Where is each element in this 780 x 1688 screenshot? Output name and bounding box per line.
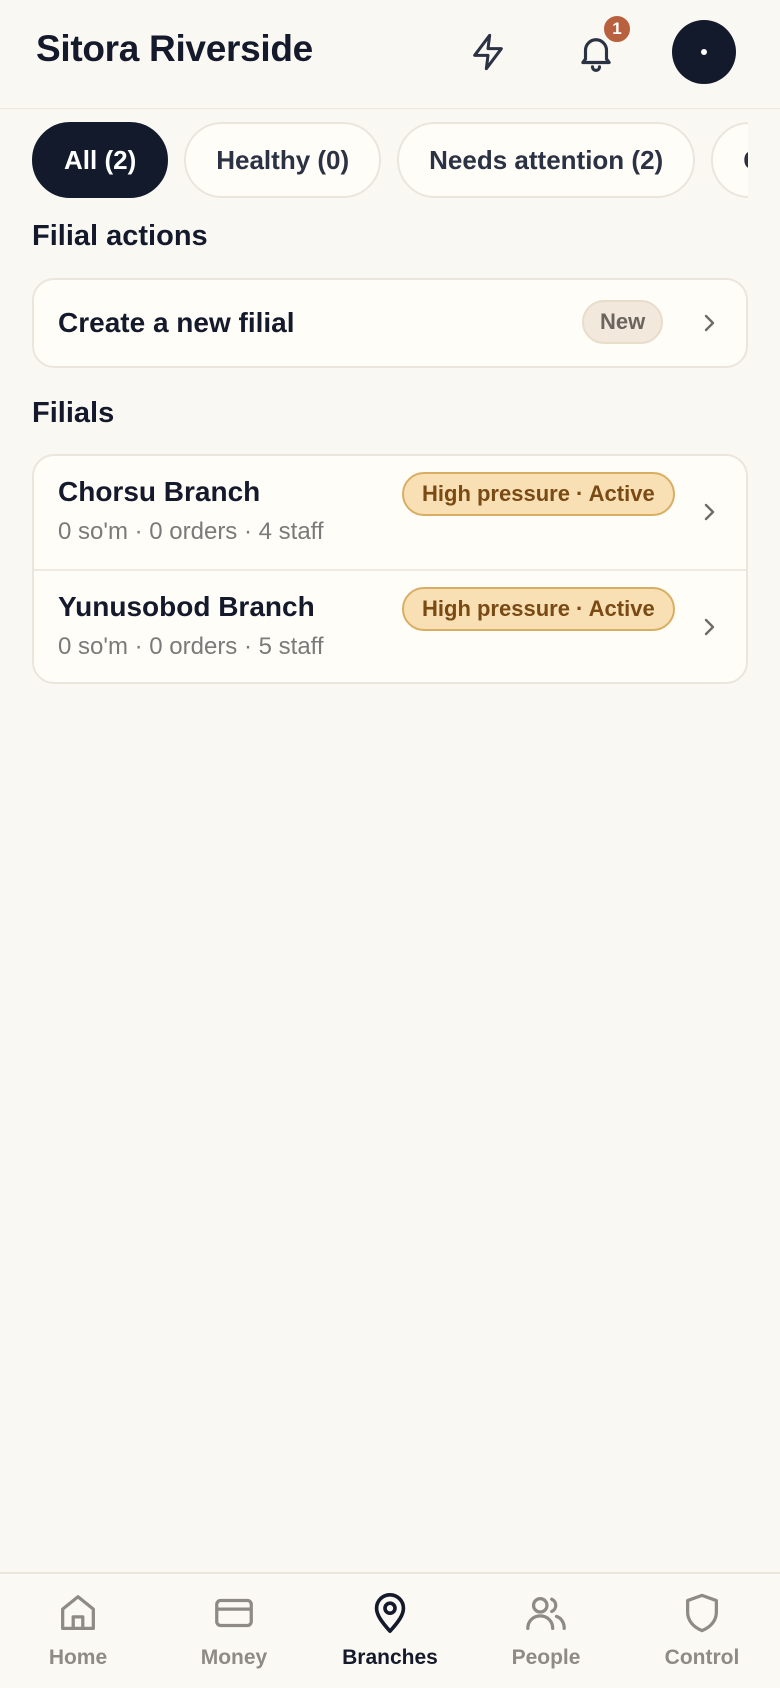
nav-label: Branches bbox=[342, 1646, 438, 1669]
nav-item-people[interactable]: People bbox=[468, 1574, 624, 1688]
avatar-dot bbox=[701, 49, 707, 55]
filial-name: Yunusobod Branch bbox=[58, 591, 315, 622]
chevron-right-icon bbox=[704, 618, 715, 636]
filter-chips: All (2) Healthy (0) Needs attention (2) … bbox=[32, 122, 748, 198]
top-header: Sitora Riverside 1 bbox=[0, 0, 780, 109]
new-badge: New bbox=[582, 300, 664, 344]
chevron-right-icon bbox=[704, 503, 715, 521]
nav-item-branches[interactable]: Branches bbox=[312, 1574, 468, 1688]
notification-count-badge: 1 bbox=[602, 14, 632, 44]
page-title: Sitora Riverside bbox=[36, 28, 313, 69]
bottom-nav: Home Money Branches People Control bbox=[0, 1572, 780, 1688]
people-icon bbox=[526, 1596, 566, 1630]
filter-chip-critical[interactable]: Cri bbox=[711, 122, 748, 198]
status-badge: High pressure · Active bbox=[402, 472, 675, 516]
filter-chip-healthy[interactable]: Healthy (0) bbox=[184, 122, 382, 198]
create-filial-row[interactable]: Create a new filial New bbox=[34, 280, 746, 366]
map-pin-icon bbox=[374, 1592, 406, 1634]
filial-row-chorsu[interactable]: Chorsu Branch 0 so'm · 0 orders · 4 staf… bbox=[34, 456, 746, 569]
filial-meta: 0 so'm · 0 orders · 4 staff bbox=[58, 518, 324, 545]
nav-item-control[interactable]: Control bbox=[624, 1574, 780, 1688]
avatar[interactable] bbox=[672, 20, 736, 84]
bolt-icon[interactable] bbox=[462, 26, 514, 78]
status-badge: High pressure · Active bbox=[402, 587, 675, 631]
create-filial-label: Create a new filial bbox=[58, 307, 295, 338]
home-icon bbox=[61, 1595, 95, 1630]
filter-chip-all[interactable]: All (2) bbox=[32, 122, 169, 198]
filter-chip-needs-attention[interactable]: Needs attention (2) bbox=[397, 122, 696, 198]
app-screen: Sitora Riverside 1 All (2) Healthy (0) N… bbox=[0, 0, 780, 1688]
nav-label: Home bbox=[48, 1646, 108, 1669]
nav-label: Money bbox=[200, 1646, 268, 1669]
filial-meta: 0 so'm · 0 orders · 5 staff bbox=[58, 633, 324, 660]
section-title-actions: Filial actions bbox=[32, 220, 208, 252]
filial-name: Chorsu Branch bbox=[58, 476, 261, 507]
filials-card: Chorsu Branch 0 so'm · 0 orders · 4 staf… bbox=[32, 454, 748, 684]
shield-icon bbox=[685, 1593, 719, 1633]
section-title-filials: Filials bbox=[32, 397, 115, 429]
card-icon bbox=[215, 1598, 253, 1628]
nav-item-money[interactable]: Money bbox=[156, 1574, 312, 1688]
chevron-right-icon bbox=[704, 314, 715, 332]
nav-item-home[interactable]: Home bbox=[0, 1574, 156, 1688]
nav-label: People bbox=[511, 1646, 581, 1669]
filial-row-yunusobod[interactable]: Yunusobod Branch 0 so'm · 0 orders · 5 s… bbox=[34, 569, 746, 682]
nav-label: Control bbox=[664, 1646, 740, 1669]
actions-card: Create a new filial New bbox=[32, 278, 748, 368]
